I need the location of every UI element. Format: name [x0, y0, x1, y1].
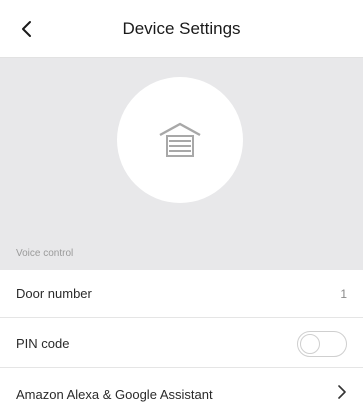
page-title: Device Settings — [122, 18, 241, 38]
door-number-value: 1 — [340, 286, 347, 301]
chevron-left-icon — [22, 21, 31, 37]
toggle-knob — [300, 333, 320, 354]
voice-assistant-label: Amazon Alexa & Google Assistant — [16, 386, 213, 402]
device-avatar — [117, 77, 243, 203]
device-hero: Voice control — [0, 58, 363, 270]
top-app-bar: Device Settings — [0, 0, 363, 58]
pin-code-label: PIN code — [16, 336, 70, 351]
voice-assistant-row[interactable]: Amazon Alexa & Google Assistant — [0, 370, 363, 414]
back-button[interactable] — [12, 14, 42, 44]
door-number-label: Door number — [16, 286, 92, 301]
pin-code-row: PIN code — [0, 320, 363, 368]
door-number-row[interactable]: Door number 1 — [0, 270, 363, 318]
chevron-right-icon — [337, 384, 347, 404]
pin-code-toggle[interactable] — [297, 330, 347, 357]
section-label-voice-control: Voice control — [16, 248, 74, 259]
garage-door-icon — [159, 122, 201, 157]
